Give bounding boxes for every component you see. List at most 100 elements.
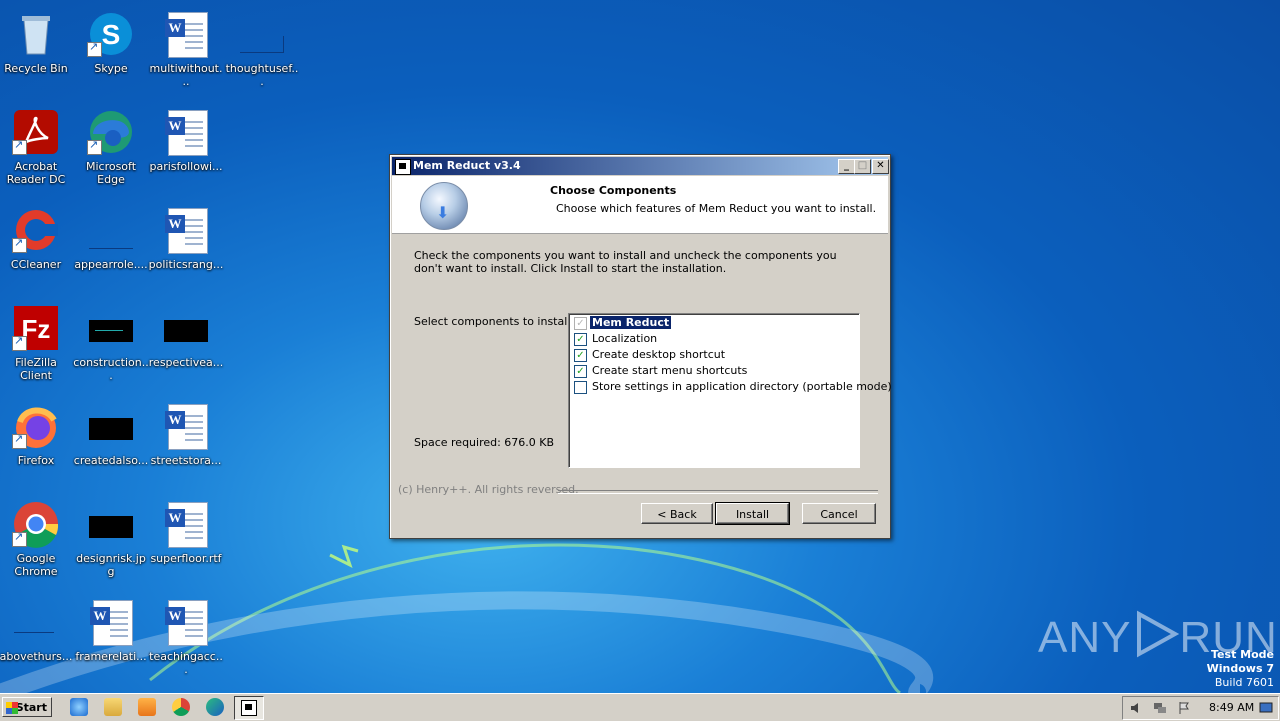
image-file-icon [162, 304, 210, 352]
image-file-icon [87, 500, 135, 548]
build-text: Build 7601 [1214, 676, 1274, 689]
start-label: Start [15, 701, 47, 714]
speaker-icon[interactable] [1129, 701, 1143, 715]
blank-file-icon [12, 598, 60, 646]
page-subtitle: Choose which features of Mem Reduct you … [556, 202, 877, 215]
checkbox-checked[interactable]: ✓ [574, 365, 587, 378]
desktop-icon-acrobat[interactable]: Acrobat Reader DC [0, 102, 74, 192]
cancel-button[interactable]: Cancel [802, 503, 876, 524]
desktop-icon-ccleaner[interactable]: CCleaner [0, 200, 74, 290]
desktop-icon-firefox[interactable]: Firefox [0, 396, 74, 486]
desktop-icon-document[interactable]: W superfloor.rtf [148, 494, 224, 584]
word-document-icon: W [162, 500, 210, 548]
desktop-icon-label: parisfollowi... [149, 160, 223, 173]
checkbox-checked[interactable]: ✓ [574, 349, 587, 362]
desktop-icon-image[interactable]: respectivea... [148, 298, 224, 388]
desktop-icon-filezilla[interactable]: Fz FileZilla Client [0, 298, 74, 388]
desktop-icon-edge[interactable]: Microsoft Edge [73, 102, 149, 192]
image-file-icon [87, 304, 135, 352]
install-button[interactable]: Install [715, 502, 790, 525]
action-center-flag-icon[interactable] [1177, 701, 1191, 715]
footer-divider [558, 490, 878, 494]
installer-window: Mem Reduct v3.4 _ □ ✕ Choose Components … [389, 154, 892, 539]
mem-reduct-setup-icon [241, 700, 257, 716]
desktop-icon-label: teachingacc... [149, 650, 223, 676]
checkbox-unchecked[interactable] [574, 381, 587, 394]
maximize-button[interactable]: □ [854, 159, 871, 174]
clock[interactable]: 8:49 AM [1209, 701, 1254, 714]
checkbox-checked[interactable]: ✓ [574, 333, 587, 346]
desktop-icon-label: Firefox [17, 454, 55, 467]
desktop-icon-image[interactable]: construction... [73, 298, 149, 388]
blank-file-icon [238, 10, 286, 58]
desktop-icon-recycle-bin[interactable]: Recycle Bin [0, 4, 74, 94]
desktop-icon-document[interactable]: W framerelati... [73, 592, 149, 682]
edge-icon[interactable] [206, 698, 224, 716]
watermark-left: ANY [1038, 613, 1132, 662]
desktop-icon-document[interactable]: W multiwithout... [148, 4, 224, 94]
desktop-icon-file[interactable]: thoughtusef... [224, 4, 300, 94]
app-icon [395, 159, 411, 175]
desktop-icon-image[interactable]: createdalso... [73, 396, 149, 486]
wizard-header: Choose Components Choose which features … [392, 176, 888, 234]
component-label: Create desktop shortcut [592, 348, 726, 361]
desktop-icon-label: multiwithout... [149, 62, 223, 88]
desktop-icon-document[interactable]: W teachingacc... [148, 592, 224, 682]
blank-file-icon [87, 206, 135, 254]
show-desktop-icon[interactable] [1259, 701, 1273, 715]
desktop-icon-document[interactable]: W streetstora... [148, 396, 224, 486]
desktop-icon-chrome[interactable]: Google Chrome [0, 494, 74, 584]
svg-text:S: S [102, 19, 121, 50]
recycle-bin-icon [22, 16, 50, 55]
media-player-icon[interactable] [138, 698, 156, 716]
desktop-icon-label: Recycle Bin [4, 62, 68, 75]
word-document-icon: W [162, 402, 210, 450]
desktop-icon-label: CCleaner [10, 258, 62, 271]
shortcut-arrow-icon [87, 138, 102, 155]
shortcut-arrow-icon [12, 138, 27, 155]
desktop-icon-label: thoughtusef... [225, 62, 299, 88]
taskbar-mem-reduct-setup[interactable] [234, 696, 264, 720]
back-button[interactable]: < Back [641, 503, 713, 524]
desktop-icon-label: streetstora... [150, 454, 222, 467]
desktop-icon-label: abovethurs... [0, 650, 73, 663]
desktop-icon-skype[interactable]: S Skype [73, 4, 149, 94]
checkbox-checked-disabled: ✓ [574, 317, 587, 330]
desktop-icon-label: Google Chrome [14, 552, 58, 578]
windows-version-text: Windows 7 [1206, 662, 1274, 675]
shortcut-arrow-icon [87, 40, 102, 57]
word-document-icon: W [87, 598, 135, 646]
desktop-icon-label: superfloor.rtf [150, 552, 222, 565]
file-explorer-icon[interactable] [104, 698, 122, 716]
desktop-icon-label: politicsrang... [148, 258, 224, 271]
component-label: Localization [592, 332, 658, 345]
internet-explorer-icon[interactable] [70, 698, 88, 716]
desktop-icon-document[interactable]: W parisfollowi... [148, 102, 224, 192]
select-components-label: Select components to install: [414, 315, 575, 328]
chrome-icon[interactable] [172, 698, 190, 716]
component-label: Mem Reduct [590, 316, 672, 329]
desktop-icon-label: Microsoft Edge [85, 160, 137, 186]
windows-flag-icon [6, 702, 18, 714]
space-required-label: Space required: 676.0 KB [414, 436, 555, 449]
network-icon[interactable] [1153, 701, 1167, 715]
desktop-icon-file[interactable]: appearrole.... [73, 200, 149, 290]
desktop-icon-image[interactable]: designrisk.jpg [73, 494, 149, 584]
component-label: Store settings in application directory … [592, 380, 892, 393]
components-list[interactable]: ✓ Mem Reduct ✓ Localization ✓ Create des… [568, 313, 892, 468]
desktop-icon-file[interactable]: abovethurs... [0, 592, 74, 682]
word-document-icon: W [162, 206, 210, 254]
close-button[interactable]: ✕ [872, 159, 889, 174]
desktop-icon-document[interactable]: W politicsrang... [148, 200, 224, 290]
desktop-icon-label: construction... [73, 356, 149, 382]
start-button[interactable]: Start [2, 697, 52, 717]
shortcut-arrow-icon [12, 432, 27, 449]
instructions-text: Check the components you want to install… [414, 249, 837, 275]
image-file-icon [87, 402, 135, 450]
desktop-icon-label: framerelati... [75, 650, 147, 663]
word-document-icon: W [162, 108, 210, 156]
window-title: Mem Reduct v3.4 [413, 159, 521, 172]
test-mode-text: Test Mode [1211, 648, 1274, 661]
window-titlebar[interactable]: Mem Reduct v3.4 _ □ ✕ [392, 157, 889, 175]
minimize-button[interactable]: _ [838, 159, 855, 174]
